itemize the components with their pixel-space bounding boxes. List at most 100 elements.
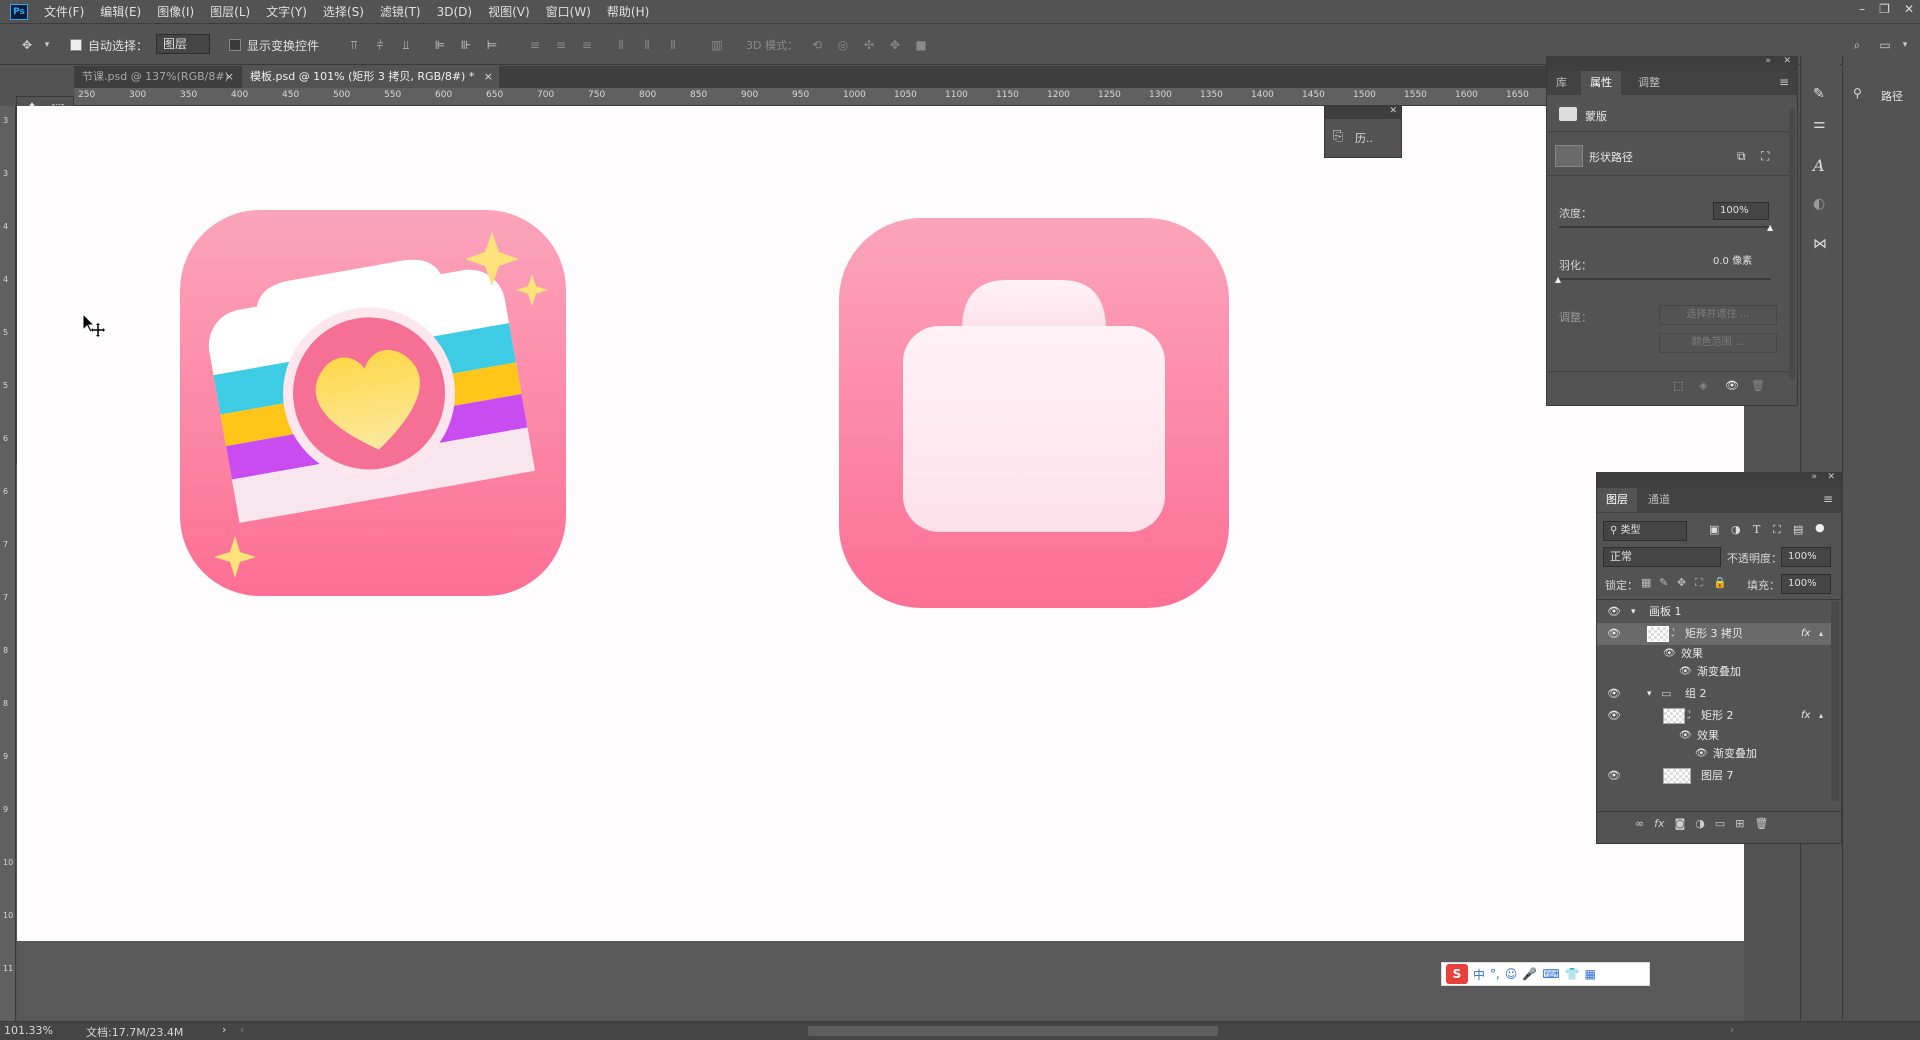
- paths-icon[interactable]: ⚲: [1853, 86, 1862, 100]
- add-mask-icon[interactable]: ⧉: [1737, 149, 1746, 164]
- fill-input[interactable]: 100%: [1781, 574, 1831, 594]
- character-icon[interactable]: A: [1813, 156, 1825, 175]
- new-layer-icon[interactable]: ⊞: [1735, 817, 1744, 830]
- ime-punctuation[interactable]: °,: [1490, 967, 1500, 981]
- chevron-up-icon[interactable]: ▴: [1819, 623, 1823, 645]
- distribute-right-icon[interactable]: ⦀: [664, 37, 682, 53]
- restore-icon[interactable]: ❐: [1879, 2, 1890, 16]
- fx-icon[interactable]: fx: [1654, 817, 1664, 830]
- layer-row-group[interactable]: 👁 ▾ ▭ 组 2: [1597, 683, 1833, 705]
- add-mask-icon[interactable]: ◙: [1675, 817, 1686, 830]
- filter-smart-icon[interactable]: ▤: [1793, 523, 1803, 536]
- tab-libraries[interactable]: 库: [1547, 71, 1576, 95]
- filter-shape-icon[interactable]: ⛶: [1773, 523, 1781, 537]
- align-right-icon[interactable]: ⊨: [483, 37, 501, 53]
- skin-icon[interactable]: 👕: [1565, 967, 1580, 981]
- tab-doc-1[interactable]: 节课.psd @ 137%(RGB/8#) ×: [74, 66, 240, 88]
- density-slider-knob[interactable]: ▲: [1767, 223, 1773, 232]
- camera-app-icon[interactable]: [180, 210, 566, 596]
- lock-all-icon[interactable]: 🔒: [1713, 576, 1727, 589]
- show-transform-checkbox[interactable]: [229, 39, 241, 51]
- auto-select-checkbox[interactable]: [70, 39, 82, 51]
- menu-view[interactable]: 视图(V): [480, 3, 538, 20]
- visibility-eye-icon[interactable]: 👁: [1607, 683, 1621, 705]
- feather-input[interactable]: 0.0 像素: [1713, 254, 1769, 272]
- tab-layers[interactable]: 图层: [1597, 488, 1637, 512]
- chevron-down-icon[interactable]: ▾: [1631, 601, 1636, 623]
- scrollbar[interactable]: [1831, 601, 1839, 801]
- toolbox-grid-icon[interactable]: ▦: [1585, 967, 1596, 981]
- auto-align-icon[interactable]: ▥: [708, 37, 726, 53]
- brush-settings-icon[interactable]: ✎: [1813, 86, 1825, 102]
- distribute-vcenter-icon[interactable]: ≡: [552, 37, 570, 53]
- delete-mask-icon[interactable]: 🗑: [1751, 379, 1765, 392]
- menu-edit[interactable]: 编辑(E): [92, 3, 149, 20]
- scrollbar[interactable]: [1789, 109, 1795, 379]
- paths-label[interactable]: 路径: [1881, 88, 1903, 104]
- select-and-mask-button[interactable]: 选择并遮住 ...: [1659, 305, 1777, 325]
- 3d-scale-icon[interactable]: ■: [912, 37, 930, 53]
- visibility-eye-icon[interactable]: 👁: [1607, 623, 1621, 645]
- color-range-button[interactable]: 颜色范围 ...: [1659, 333, 1777, 353]
- document-canvas[interactable]: [17, 106, 1744, 941]
- 3d-rotate-icon[interactable]: ⟲: [808, 37, 826, 53]
- auto-select-dropdown[interactable]: 图层: [156, 34, 210, 54]
- tab-channels[interactable]: 通道: [1639, 488, 1679, 512]
- scroll-right-icon[interactable]: ›: [1730, 1023, 1734, 1036]
- close-icon[interactable]: ✕: [1783, 56, 1791, 66]
- load-selection-icon[interactable]: ⬚: [1673, 379, 1683, 392]
- microphone-icon[interactable]: 🎤: [1522, 967, 1537, 981]
- vector-mask-thumbnail[interactable]: [1555, 145, 1583, 167]
- filter-adjustment-icon[interactable]: ◑: [1731, 523, 1741, 536]
- minimize-icon[interactable]: –: [1859, 2, 1865, 16]
- ime-language[interactable]: 中: [1473, 966, 1485, 983]
- zoom-level[interactable]: 101.33%: [4, 1024, 53, 1037]
- menu-layer[interactable]: 图层(L): [202, 3, 258, 20]
- tab-close-icon[interactable]: ×: [484, 66, 493, 88]
- delete-layer-icon[interactable]: 🗑: [1754, 817, 1768, 830]
- layer-row-selected[interactable]: 👁 ⛶ 矩形 3 拷贝 fx ▴: [1597, 623, 1833, 645]
- lock-artboard-icon[interactable]: ⛶: [1695, 576, 1703, 590]
- workspace-icon[interactable]: ▭: [1876, 37, 1894, 53]
- lock-pixels-icon[interactable]: ✎: [1659, 576, 1668, 589]
- visibility-eye-icon[interactable]: 👁: [1607, 601, 1621, 623]
- align-bottom-icon[interactable]: ⫫: [397, 37, 415, 53]
- visibility-eye-icon[interactable]: 👁: [1679, 663, 1692, 681]
- filter-toggle-icon[interactable]: ●: [1815, 521, 1825, 534]
- tab-doc-2[interactable]: 模板.psd @ 101% (矩形 3 拷贝, RGB/8#) * ×: [242, 66, 499, 88]
- lock-position-icon[interactable]: ✥: [1677, 576, 1686, 589]
- filter-type-icon[interactable]: T: [1753, 523, 1760, 536]
- vector-mask-icon[interactable]: ⛶: [1761, 149, 1769, 164]
- search-icon[interactable]: ⌕: [1848, 37, 1866, 53]
- tab-properties[interactable]: 属性: [1581, 71, 1621, 95]
- apply-mask-icon[interactable]: ◈: [1699, 379, 1707, 392]
- chevron-up-icon[interactable]: ▴: [1819, 705, 1823, 727]
- history-label[interactable]: 历..: [1355, 130, 1373, 146]
- chevron-right-icon[interactable]: ›: [222, 1023, 226, 1036]
- blend-mode-dropdown[interactable]: 正常: [1603, 547, 1721, 567]
- distribute-top-icon[interactable]: ≡: [526, 37, 544, 53]
- layer-row-effect-item[interactable]: 👁 渐变叠加: [1597, 745, 1833, 763]
- align-top-icon[interactable]: ⫪: [345, 37, 363, 53]
- visibility-eye-icon[interactable]: 👁: [1607, 765, 1621, 787]
- adjust-presets-icon[interactable]: ⚌: [1813, 116, 1826, 132]
- align-vcenter-icon[interactable]: ⫩: [371, 37, 389, 53]
- template-app-icon[interactable]: [839, 218, 1229, 608]
- close-icon[interactable]: ✕: [1904, 2, 1914, 16]
- 3d-drag-icon[interactable]: ✣: [860, 37, 878, 53]
- scroll-left-icon[interactable]: ‹: [240, 1023, 244, 1036]
- density-input[interactable]: 100%: [1713, 202, 1769, 220]
- filter-pixel-icon[interactable]: ▣: [1709, 523, 1719, 536]
- emoji-icon[interactable]: ☺: [1505, 967, 1518, 981]
- panel-menu-icon[interactable]: ≡: [1823, 492, 1833, 506]
- visibility-eye-icon[interactable]: 👁: [1663, 645, 1676, 663]
- layer-row-effects[interactable]: 👁 效果: [1597, 645, 1833, 663]
- layer-filter-dropdown[interactable]: ⚲ 类型: [1603, 521, 1687, 541]
- fx-badge[interactable]: fx: [1801, 623, 1810, 645]
- layer-row-pixel[interactable]: 👁 图层 7: [1597, 765, 1833, 787]
- menu-window[interactable]: 窗口(W): [538, 3, 599, 20]
- close-icon[interactable]: ✕: [1389, 106, 1397, 116]
- new-group-icon[interactable]: ▭: [1715, 817, 1725, 830]
- menu-3d[interactable]: 3D(D): [429, 5, 480, 19]
- history-icon[interactable]: ⎘: [1333, 129, 1343, 144]
